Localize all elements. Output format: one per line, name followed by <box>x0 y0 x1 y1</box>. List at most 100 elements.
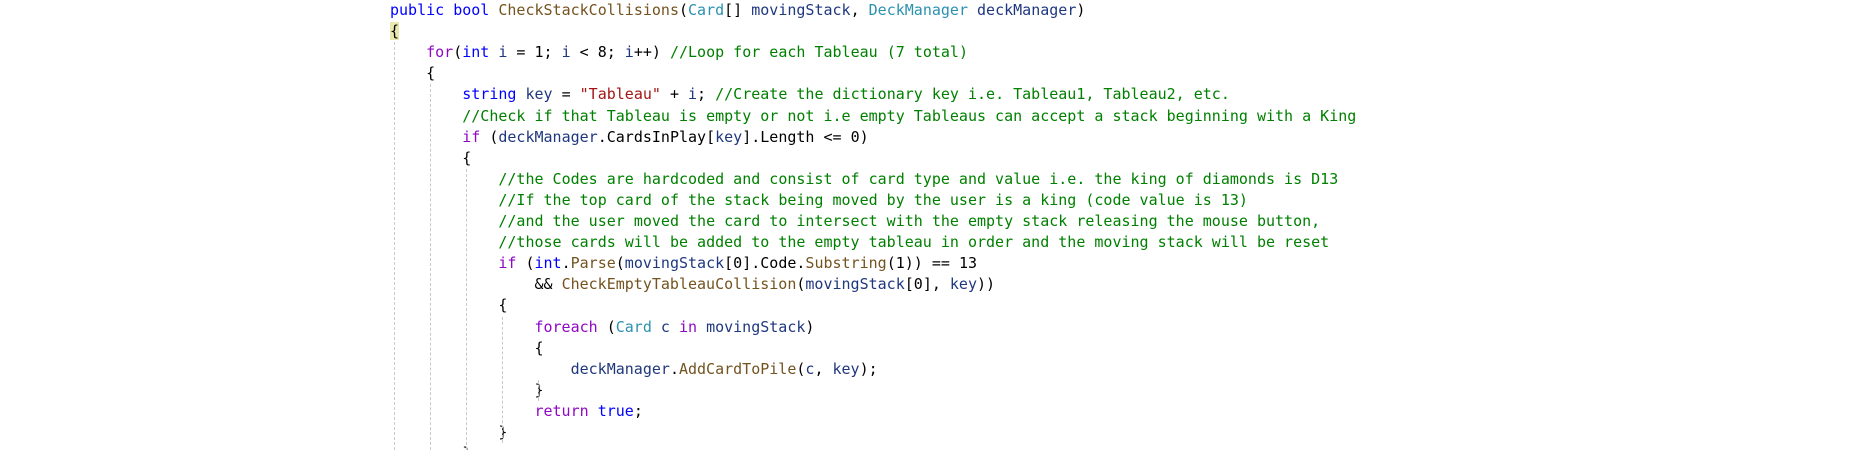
code-token: ; <box>606 43 625 62</box>
code-token: CheckEmptyTableauCollision <box>561 275 797 294</box>
code-line[interactable]: //those cards will be added to the empty… <box>498 232 1329 253</box>
code-token: c <box>660 317 670 336</box>
code-token: ], <box>922 275 950 294</box>
code-token: ( <box>453 43 463 62</box>
code-token: Card <box>615 317 652 336</box>
code-token: Card <box>688 1 725 19</box>
code-token: ( <box>516 254 535 273</box>
code-token: key <box>832 359 860 378</box>
code-token: = <box>507 43 535 62</box>
code-token: { <box>426 64 436 83</box>
code-token: int <box>462 43 490 62</box>
code-token: if <box>498 254 517 273</box>
code-token: key <box>949 275 977 294</box>
code-token: [] <box>724 1 752 19</box>
code-line[interactable]: //the Codes are hardcoded and consist of… <box>498 169 1338 190</box>
code-token: 1 <box>895 254 905 273</box>
code-line[interactable]: public bool CheckStackCollisions(Card[] … <box>390 0 1085 21</box>
code-token: Substring <box>805 254 887 273</box>
code-token: if <box>462 127 481 146</box>
code-token: 8 <box>597 43 607 62</box>
code-token: ) <box>1076 1 1086 19</box>
code-token: 13 <box>958 254 978 273</box>
code-token: ( <box>480 127 499 146</box>
code-token: ) <box>859 127 869 146</box>
code-line[interactable]: deckManager.AddCardToPile(c, key); <box>571 359 878 380</box>
code-token: ( <box>615 254 625 273</box>
code-token: [ <box>724 254 734 273</box>
code-token: + <box>660 85 689 104</box>
code-line[interactable]: //If the top card of the stack being mov… <box>498 190 1248 211</box>
code-token: . <box>561 254 571 273</box>
code-token: { <box>534 338 544 357</box>
code-token: //and the user moved the card to interse… <box>498 212 1321 230</box>
code-token: deckManager <box>570 359 670 378</box>
code-token: //those cards will be added to the empty… <box>498 233 1330 252</box>
code-token: { <box>390 22 400 41</box>
code-token: AddCardToPile <box>678 359 797 378</box>
code-token: i <box>561 43 571 62</box>
code-token: movingStack <box>624 254 725 273</box>
code-token: //If the top card of the stack being mov… <box>498 190 1248 209</box>
code-line[interactable]: { <box>390 21 400 42</box>
code-token: movingStack <box>706 317 806 336</box>
code-token: ) <box>805 317 815 336</box>
code-line[interactable]: if (int.Parse(movingStack[0].Code.Substr… <box>498 253 977 274</box>
code-token: < <box>570 43 598 62</box>
code-line[interactable]: foreach (Card c in movingStack) <box>534 317 814 338</box>
code-token: )) == <box>904 254 959 273</box>
code-token: )) <box>977 275 996 294</box>
code-token: && <box>534 275 562 294</box>
code-token: movingStack <box>751 1 851 19</box>
code-token: bool <box>453 1 490 19</box>
code-line[interactable]: { <box>426 63 435 84</box>
code-token: ].Length <= <box>742 127 851 146</box>
code-token: //Check if that Tableau is empty or not … <box>462 106 1357 125</box>
code-token: { <box>462 148 472 167</box>
code-token: [ <box>904 275 914 294</box>
code-token: , <box>850 1 869 19</box>
code-token: ].Code. <box>742 254 806 273</box>
code-line[interactable]: { <box>462 148 471 169</box>
code-line[interactable]: { <box>498 295 507 316</box>
code-line[interactable]: //and the user moved the card to interse… <box>498 211 1320 232</box>
code-token: DeckManager <box>868 1 968 19</box>
code-token: i <box>688 85 698 104</box>
code-token: 0 <box>913 275 923 294</box>
code-token: //Create the dictionary key i.e. Tableau… <box>715 85 1230 104</box>
code-token: i <box>624 43 634 62</box>
code-token: true <box>597 401 634 420</box>
code-token: CheckStackCollisions <box>498 1 679 19</box>
code-token: key <box>525 85 553 104</box>
code-token: ; <box>697 85 716 104</box>
code-token: foreach <box>534 317 598 336</box>
code-token: deckManager <box>977 1 1077 19</box>
code-token: key <box>715 127 743 146</box>
indent-guide <box>394 42 395 450</box>
code-line[interactable]: string key = "Tableau" + i; //Create the… <box>462 84 1230 105</box>
code-token: 1 <box>534 43 544 62</box>
code-line[interactable]: return true; <box>534 401 642 422</box>
code-line[interactable]: && CheckEmptyTableauCollision(movingStac… <box>534 274 995 295</box>
code-token: = <box>552 85 580 104</box>
code-line[interactable]: //Check if that Tableau is empty or not … <box>462 106 1356 127</box>
code-token: //Loop for each Tableau (7 total) <box>669 43 968 62</box>
code-editor[interactable]: public bool CheckStackCollisions(Card[] … <box>0 0 1874 450</box>
code-token: ; <box>633 401 643 420</box>
code-token: movingStack <box>805 275 905 294</box>
code-line[interactable]: if (deckManager.CardsInPlay[key].Length … <box>462 127 868 148</box>
code-token: return <box>534 401 589 420</box>
code-line[interactable]: { <box>534 338 543 359</box>
indent-guide <box>538 379 540 401</box>
code-token: ); <box>859 359 878 378</box>
code-token: for <box>426 43 454 62</box>
code-line[interactable]: for(int i = 1; i < 8; i++) //Loop for ea… <box>426 42 968 63</box>
code-token: . <box>669 359 679 378</box>
code-token: ( <box>886 254 896 273</box>
